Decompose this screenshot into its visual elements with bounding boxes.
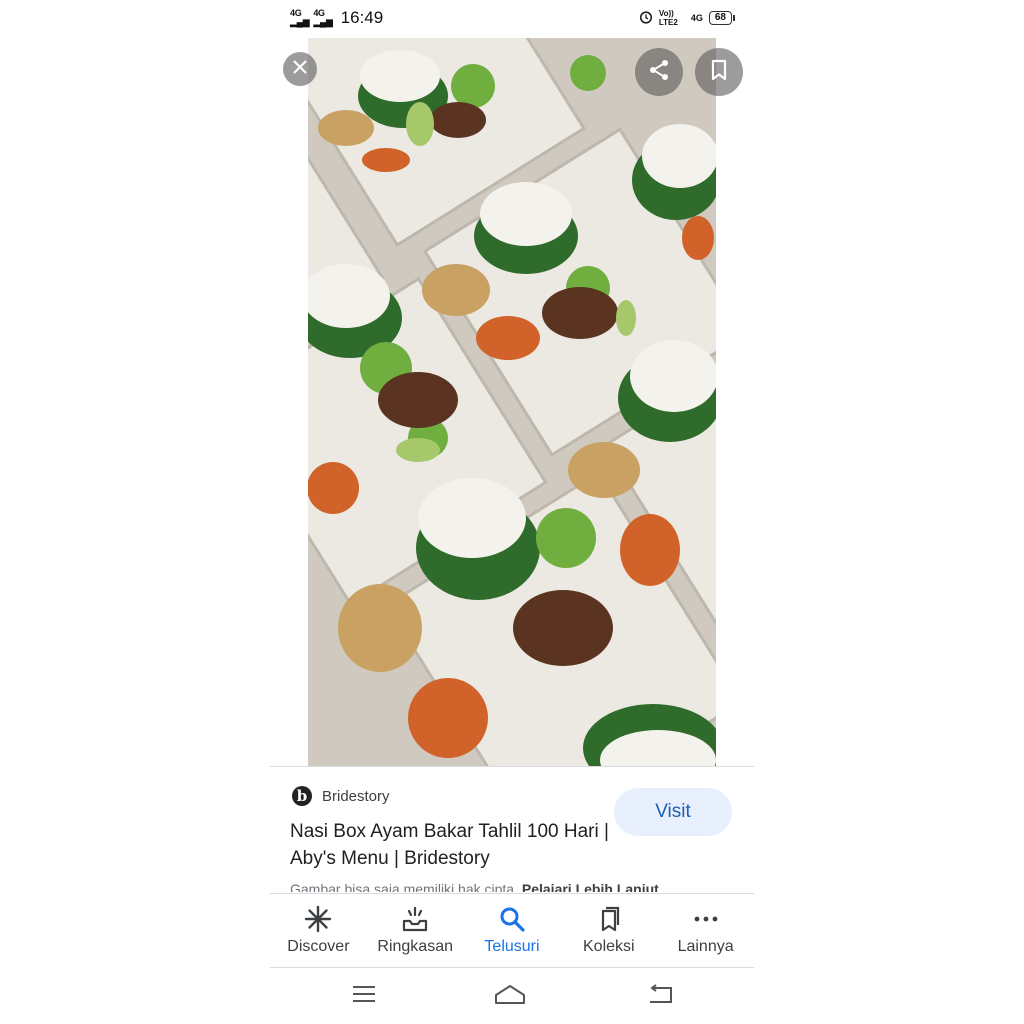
signal-indicator-1: 4G ▂▄▆ <box>290 8 310 27</box>
back-icon <box>647 983 673 1010</box>
status-bar: 4G ▂▄▆ 4G ▂▄▆ 16:49 Vo)) LTE2 4G 68 <box>270 0 754 38</box>
close-button[interactable] <box>283 52 317 86</box>
close-icon <box>291 58 309 81</box>
nav-label: Koleksi <box>583 938 635 955</box>
bookmark-button[interactable] <box>695 48 743 96</box>
share-icon <box>647 58 671 87</box>
result-title[interactable]: Nasi Box Ayam Bakar Tahlil 100 Hari | Ab… <box>290 818 610 872</box>
nav-lainnya[interactable]: Lainnya <box>657 894 754 966</box>
menu-button[interactable] <box>349 982 379 1010</box>
ringkasan-icon <box>400 904 430 934</box>
collections-icon <box>594 904 624 934</box>
clock: 16:49 <box>340 8 384 27</box>
discover-icon <box>303 904 333 934</box>
nav-koleksi[interactable]: Koleksi <box>560 894 657 966</box>
nav-ringkasan[interactable]: Ringkasan <box>367 894 464 966</box>
volte-indicator: Vo)) LTE2 <box>658 9 678 27</box>
back-button[interactable] <box>645 982 675 1010</box>
divider <box>270 766 754 767</box>
home-button[interactable] <box>495 982 525 1010</box>
copyright-notice: Gambar bisa saja memiliki hak cipta. Pel… <box>290 882 750 892</box>
source-name: Bridestory <box>322 787 390 805</box>
menu-icon <box>351 984 377 1009</box>
source-logo: b <box>292 786 312 806</box>
nav-label: Telusuri <box>484 938 540 955</box>
phone-screen: 4G ▂▄▆ 4G ▂▄▆ 16:49 Vo)) LTE2 4G 68 b Br… <box>270 0 754 1024</box>
network-indicator: 4G <box>690 13 703 23</box>
signal-indicator-2: 4G ▂▄▆ <box>313 8 333 27</box>
system-navigation-bar <box>270 968 754 1024</box>
copyright-text: Gambar bisa saja memiliki hak cipta. <box>290 882 522 892</box>
nav-telusuri[interactable]: Telusuri <box>464 894 561 966</box>
more-icon <box>691 904 721 934</box>
source-attribution[interactable]: b Bridestory <box>292 786 390 806</box>
nav-label: Lainnya <box>677 938 734 955</box>
battery-indicator: 68 <box>708 11 736 25</box>
search-icon <box>497 904 527 934</box>
nav-discover[interactable]: Discover <box>270 894 367 966</box>
result-image[interactable] <box>308 38 716 766</box>
alarm-icon <box>639 10 653 26</box>
home-icon <box>494 983 526 1010</box>
nav-label: Ringkasan <box>377 938 453 955</box>
nav-label: Discover <box>287 938 350 955</box>
share-button[interactable] <box>635 48 683 96</box>
bottom-navigation: Discover Ringkasan Telusuri Koleksi Lain… <box>270 894 754 966</box>
learn-more-link[interactable]: Pelajari Lebih Lanjut <box>522 882 659 892</box>
visit-button[interactable]: Visit <box>614 788 732 836</box>
bookmark-icon <box>708 58 730 87</box>
